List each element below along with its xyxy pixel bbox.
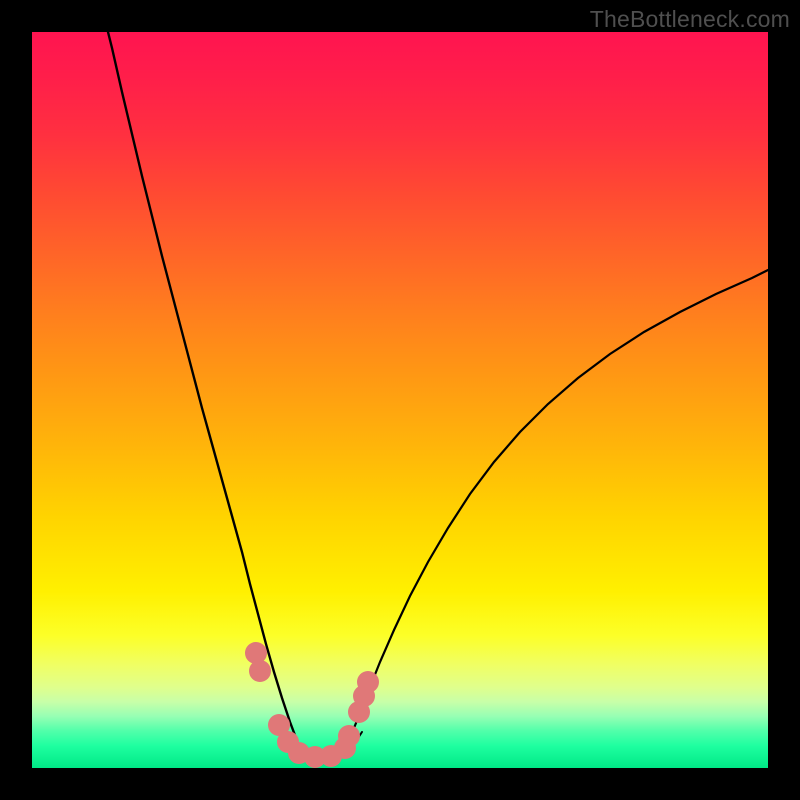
chart-svg	[32, 32, 768, 768]
curve-left	[108, 32, 296, 738]
curve-group	[108, 32, 768, 759]
marker-point	[338, 725, 360, 747]
curve-right	[350, 270, 768, 738]
chart-frame: TheBottleneck.com	[0, 0, 800, 800]
marker-point	[357, 671, 379, 693]
marker-point	[249, 660, 271, 682]
watermark-text: TheBottleneck.com	[590, 6, 790, 33]
marker-group	[245, 642, 379, 768]
plot-area	[32, 32, 768, 768]
